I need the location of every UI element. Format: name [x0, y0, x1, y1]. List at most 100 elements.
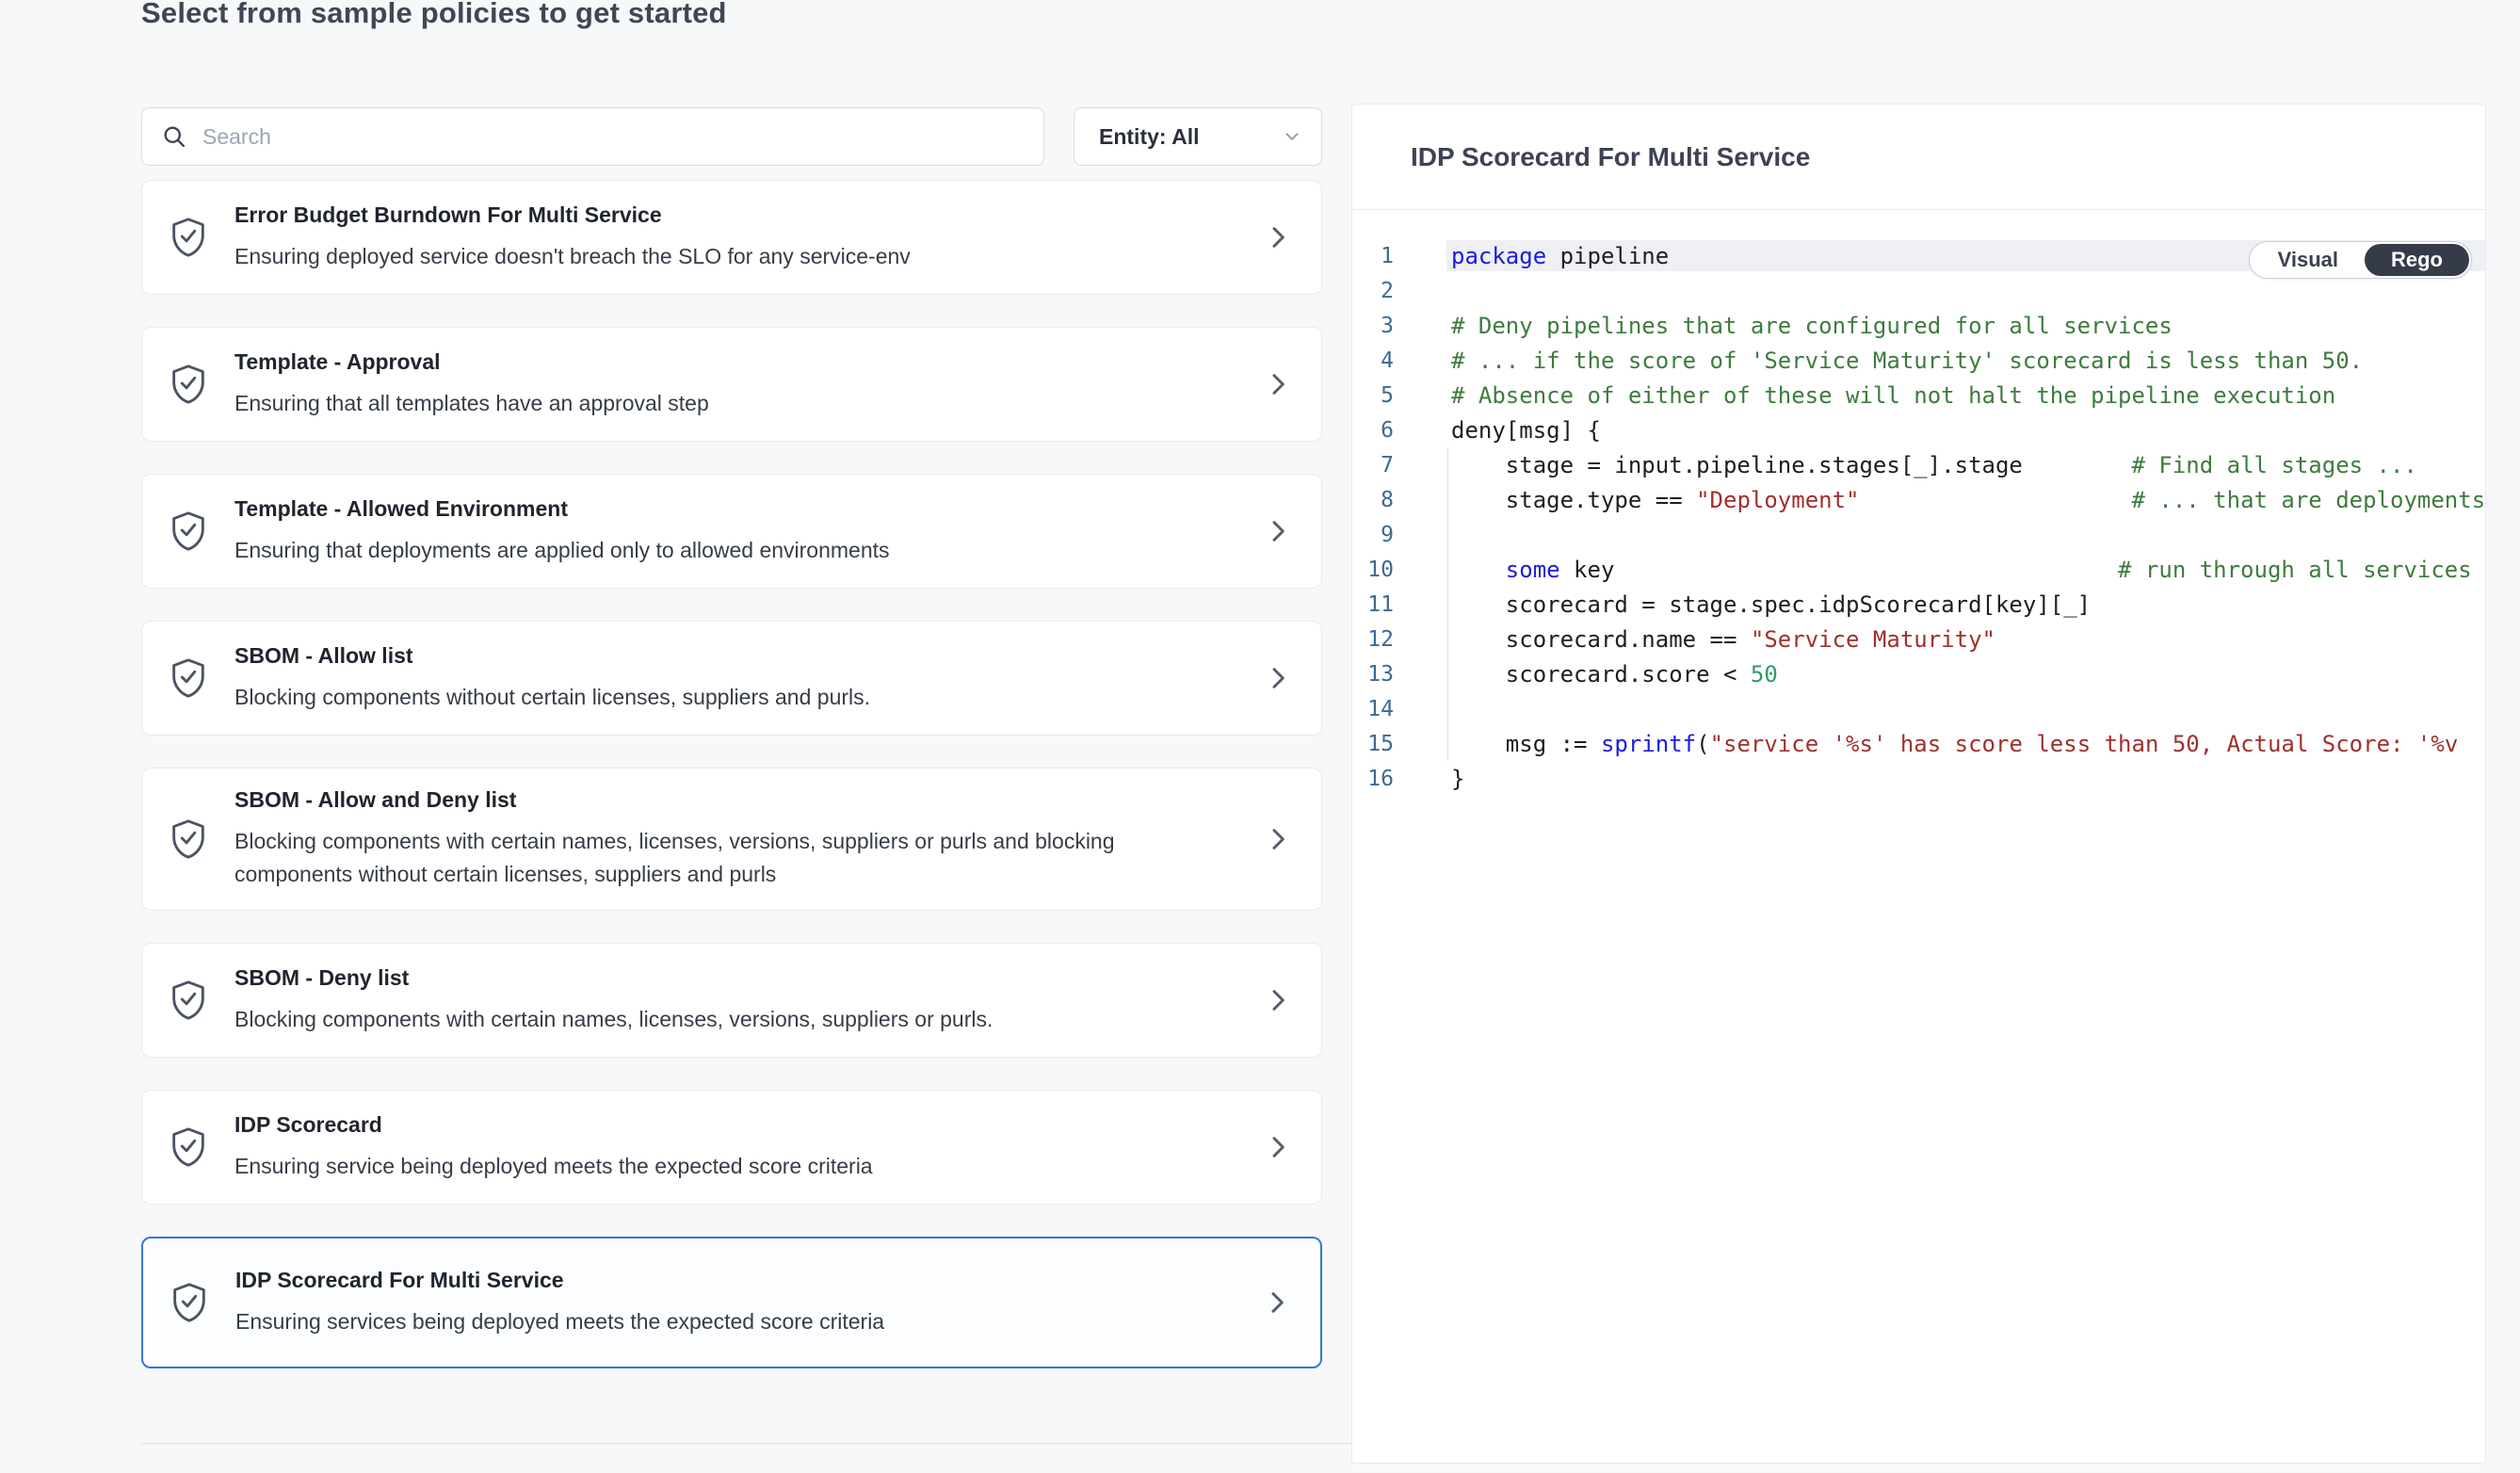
policy-detail-panel: IDP Scorecard For Multi Service Visual R…	[1351, 104, 2486, 1464]
policy-title: Template - Allowed Environment	[234, 496, 1225, 522]
toggle-option-visual[interactable]: Visual	[2252, 244, 2365, 276]
policy-list-item[interactable]: Template - Allowed Environment Ensuring …	[141, 474, 1322, 589]
chevron-right-icon[interactable]	[1263, 985, 1293, 1015]
code-text: package pipeline	[1451, 243, 1669, 269]
policy-description: Ensuring that deployments are applied on…	[234, 534, 1225, 567]
code-line[interactable]: 13 scorecard.score < 50	[1352, 656, 2485, 691]
code-line[interactable]: 14	[1352, 691, 2485, 726]
policy-title: SBOM - Allow list	[234, 643, 1225, 669]
policy-title: Error Budget Burndown For Multi Service	[234, 202, 1225, 228]
policy-text: SBOM - Allow list Blocking components wi…	[234, 643, 1263, 714]
policy-description: Blocking components with certain names, …	[234, 1003, 1225, 1036]
line-number: 6	[1352, 418, 1394, 443]
chevron-down-icon	[1282, 126, 1302, 147]
code-line[interactable]: 16}	[1352, 761, 2485, 796]
line-number: 12	[1352, 627, 1394, 652]
search-box[interactable]	[141, 107, 1044, 166]
policy-title: SBOM - Allow and Deny list	[234, 787, 1225, 813]
code-line[interactable]: 12 scorecard.name == "Service Maturity"	[1352, 622, 2485, 656]
policy-list-item[interactable]: IDP Scorecard Ensuring service being dep…	[141, 1090, 1322, 1205]
code-text: deny[msg] {	[1451, 417, 1601, 444]
code-line[interactable]: 3# Deny pipelines that are configured fo…	[1352, 308, 2485, 343]
code-line[interactable]: 5 # Absence of either of these will not h…	[1352, 378, 2485, 413]
code-line[interactable]: 9	[1352, 517, 2485, 552]
policy-text: Template - Allowed Environment Ensuring …	[234, 496, 1263, 567]
code-text: scorecard.score < 50	[1451, 661, 1778, 688]
shield-check-icon	[167, 655, 210, 702]
code-line[interactable]: 4 # ... if the score of 'Service Maturity…	[1352, 343, 2485, 378]
line-number: 10	[1352, 558, 1394, 582]
code-text: scorecard = stage.spec.idpScorecard[key]…	[1451, 591, 2091, 618]
policy-description: Ensuring that all templates have an appr…	[234, 387, 1225, 420]
line-number: 13	[1352, 662, 1394, 687]
policy-title: IDP Scorecard	[234, 1112, 1225, 1138]
chevron-right-icon[interactable]	[1263, 1132, 1293, 1162]
shield-check-icon	[167, 361, 210, 408]
code-text: stage = input.pipeline.stages[_].stage #…	[1451, 452, 2417, 478]
code-line[interactable]: 15 msg := sprintf("service '%s' has scor…	[1352, 726, 2485, 761]
code-text: # Deny pipelines that are configured for…	[1451, 313, 2173, 339]
policy-description: Ensuring deployed service doesn't breach…	[234, 240, 1225, 273]
policy-description: Blocking components with certain names, …	[234, 825, 1225, 891]
code-line[interactable]: 10 some key # run through all services	[1352, 552, 2485, 587]
entity-filter-dropdown[interactable]: Entity: All	[1074, 107, 1322, 166]
shield-check-icon	[167, 816, 210, 863]
search-icon	[161, 123, 187, 150]
code-line[interactable]: 11 scorecard = stage.spec.idpScorecard[k…	[1352, 587, 2485, 622]
policy-list-item[interactable]: Template - Approval Ensuring that all te…	[141, 327, 1322, 442]
code-text: # Absence of either of these will not ha…	[1451, 382, 2335, 409]
policy-list-item[interactable]: SBOM - Deny list Blocking components wit…	[141, 943, 1322, 1058]
policy-list-item[interactable]: IDP Scorecard For Multi Service Ensuring…	[141, 1237, 1322, 1368]
shield-check-icon	[167, 508, 210, 555]
shield-check-icon	[167, 1124, 210, 1171]
line-number: 5	[1352, 383, 1394, 408]
policy-list-item[interactable]: SBOM - Allow and Deny list Blocking comp…	[141, 768, 1322, 911]
policy-text: Error Budget Burndown For Multi Service …	[234, 202, 1263, 273]
code-text: stage.type == "Deployment" # ... that ar…	[1451, 487, 2485, 513]
line-number: 2	[1352, 279, 1394, 303]
policy-list-item[interactable]: SBOM - Allow list Blocking components wi…	[141, 621, 1322, 736]
page-title: Select from sample policies to get start…	[141, 0, 727, 30]
chevron-right-icon[interactable]	[1263, 824, 1293, 854]
code-text: # ... if the score of 'Service Maturity'…	[1451, 348, 2363, 374]
code-line[interactable]: 6 deny[msg] {	[1352, 413, 2485, 447]
policy-text: SBOM - Deny list Blocking components wit…	[234, 965, 1263, 1036]
shield-check-icon	[168, 1279, 211, 1326]
sample-policies-screen: Select from sample policies to get start…	[0, 0, 2520, 1473]
search-input[interactable]	[202, 124, 1025, 150]
code-text: some key # run through all services	[1451, 557, 2472, 583]
policy-text: IDP Scorecard Ensuring service being dep…	[234, 1112, 1263, 1183]
policy-text: IDP Scorecard For Multi Service Ensuring…	[235, 1268, 1262, 1338]
policy-title: Template - Approval	[234, 349, 1225, 375]
policy-list-item[interactable]: Error Budget Burndown For Multi Service …	[141, 180, 1322, 295]
chevron-right-icon[interactable]	[1263, 516, 1293, 546]
policy-description: Ensuring service being deployed meets th…	[234, 1150, 1225, 1183]
entity-filter-label: Entity: All	[1099, 124, 1199, 150]
list-bottom-divider	[141, 1443, 1356, 1444]
policy-title: IDP Scorecard For Multi Service	[235, 1268, 1224, 1293]
code-text: }	[1451, 766, 1464, 792]
chevron-right-icon[interactable]	[1263, 222, 1293, 252]
code-editor[interactable]: 1 package pipeline 2 3# Deny pipelines that…	[1352, 210, 2485, 796]
visual-rego-toggle[interactable]: Visual Rego	[2249, 241, 2472, 279]
detail-panel-title: IDP Scorecard For Multi Service	[1411, 142, 1810, 172]
toggle-option-rego[interactable]: Rego	[2365, 244, 2469, 276]
shield-check-icon	[167, 977, 210, 1024]
code-line[interactable]: 8 stage.type == "Deployment" # ... that …	[1352, 482, 2485, 517]
policy-list: Error Budget Burndown For Multi Service …	[141, 180, 1322, 1400]
chevron-right-icon[interactable]	[1263, 663, 1293, 693]
policy-text: SBOM - Allow and Deny list Blocking comp…	[234, 787, 1263, 891]
code-text: scorecard.name == "Service Maturity"	[1451, 626, 1995, 653]
code-line[interactable]: 7 stage = input.pipeline.stages[_].stage…	[1352, 447, 2485, 482]
line-number: 1	[1352, 244, 1394, 268]
shield-check-icon	[167, 214, 210, 261]
line-number: 8	[1352, 488, 1394, 512]
chevron-right-icon[interactable]	[1263, 369, 1293, 399]
policy-description: Blocking components without certain lice…	[234, 681, 1225, 714]
detail-panel-header: IDP Scorecard For Multi Service	[1352, 105, 2485, 210]
policy-text: Template - Approval Ensuring that all te…	[234, 349, 1263, 420]
line-number: 15	[1352, 732, 1394, 756]
line-number: 4	[1352, 348, 1394, 373]
chevron-right-icon[interactable]	[1262, 1287, 1292, 1318]
policy-description: Ensuring services being deployed meets t…	[235, 1305, 1224, 1338]
